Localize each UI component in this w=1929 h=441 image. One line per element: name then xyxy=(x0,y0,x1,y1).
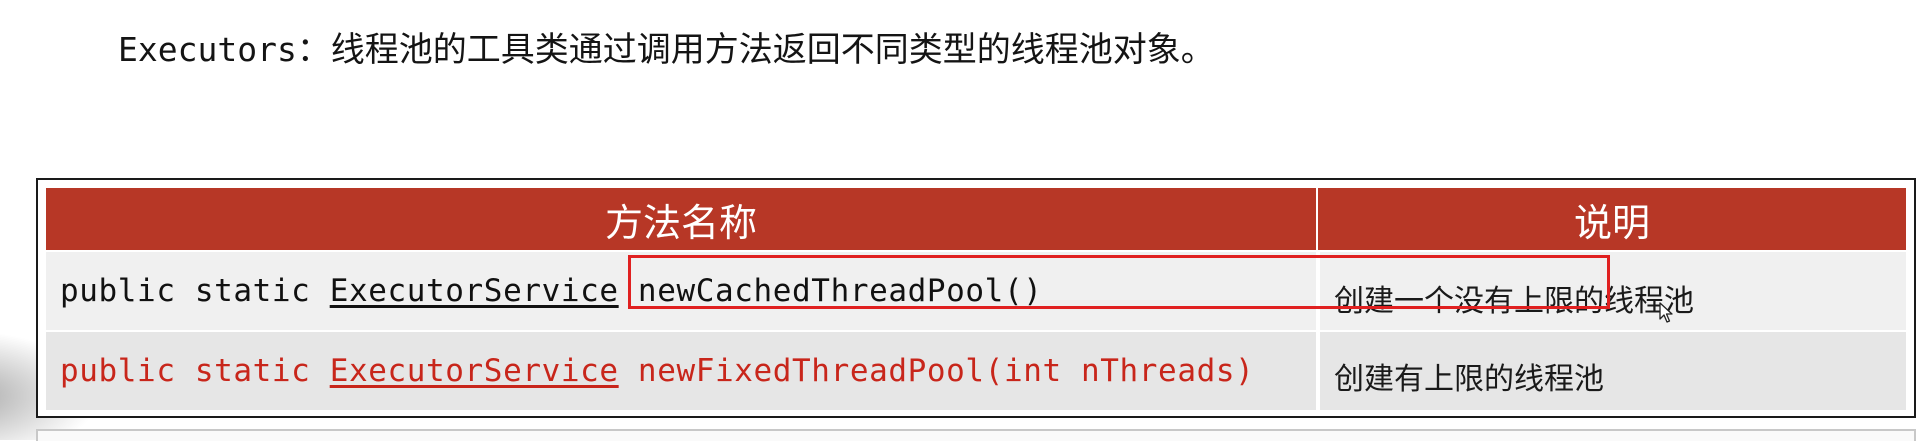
method-description-cell: 创建有上限的线程池 xyxy=(1316,332,1906,410)
method-description: 创建一个没有上限的线程池 xyxy=(1334,284,1694,319)
method-description: 创建有上限的线程池 xyxy=(1334,362,1604,397)
intro-text: Executors：线程池的工具类通过调用方法返回不同类型的线程池对象。 xyxy=(118,22,1215,78)
return-type-link[interactable]: ExecutorService xyxy=(330,353,619,389)
method-signature: public static ExecutorService newFixedTh… xyxy=(46,353,1254,389)
mouse-pointer-icon xyxy=(1659,302,1673,323)
table-row: public static ExecutorService newFixedTh… xyxy=(46,332,1906,410)
method-modifiers: public static xyxy=(60,353,330,389)
method-signature-cell: public static ExecutorService newCachedT… xyxy=(46,252,1316,330)
method-modifiers: public static xyxy=(60,273,330,309)
table-row: public static ExecutorService newCachedT… xyxy=(46,252,1906,330)
executors-class-name: Executors xyxy=(118,30,297,69)
return-type-link[interactable]: ExecutorService xyxy=(330,273,619,309)
next-table-edge xyxy=(36,429,1916,441)
header-description: 说明 xyxy=(1316,188,1906,250)
methods-table-inner: 方法名称 说明 public static ExecutorService ne… xyxy=(46,188,1906,410)
header-method-name: 方法名称 xyxy=(604,200,757,245)
method-signature: public static ExecutorService newCachedT… xyxy=(46,273,1042,309)
method-name: newCachedThreadPool() xyxy=(618,273,1043,309)
method-name: newFixedThreadPool(int nThreads) xyxy=(618,353,1255,389)
methods-table: 方法名称 说明 public static ExecutorService ne… xyxy=(36,178,1916,418)
method-description-cell: 创建一个没有上限的线程池 xyxy=(1316,252,1906,330)
table-header-row: 方法名称 说明 xyxy=(46,188,1906,250)
method-signature-cell: public static ExecutorService newFixedTh… xyxy=(46,332,1316,410)
intro-description: ：线程池的工具类通过调用方法返回不同类型的线程池对象。 xyxy=(296,30,1215,70)
